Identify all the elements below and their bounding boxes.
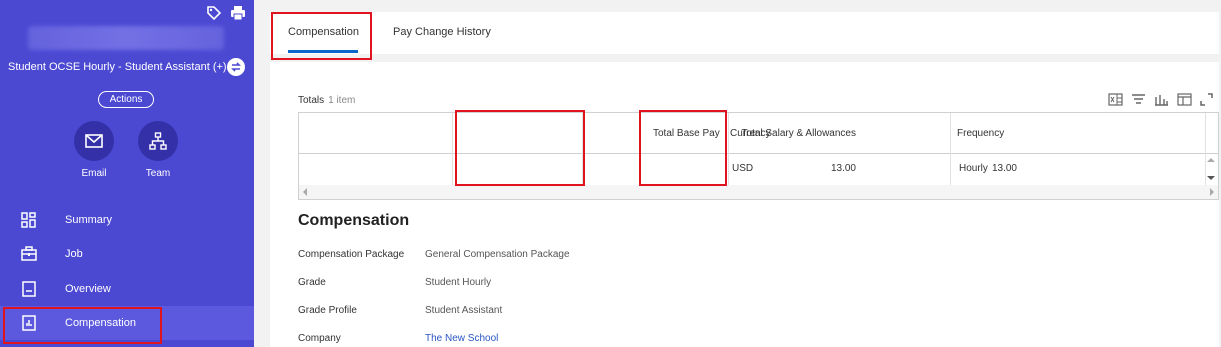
table-toolbar xyxy=(1108,93,1213,106)
team-quick-action[interactable]: Team xyxy=(128,121,188,179)
column-header-total-base-pay[interactable]: Total Base Pay xyxy=(653,128,720,139)
field-label-compensation-package: Compensation Package xyxy=(298,249,405,260)
column-header-frequency[interactable]: Frequency xyxy=(957,128,1004,139)
field-value-grade: Student Hourly xyxy=(425,277,492,288)
scroll-up-icon[interactable] xyxy=(1207,157,1215,163)
actions-button[interactable]: Actions xyxy=(98,91,154,108)
field-value-grade-profile: Student Assistant xyxy=(425,305,503,316)
fullscreen-icon[interactable] xyxy=(1200,93,1213,106)
columns-icon[interactable] xyxy=(1177,93,1192,106)
scroll-down-icon[interactable] xyxy=(1207,175,1215,181)
sidebar-item-overview[interactable]: Overview xyxy=(0,272,254,306)
cell-total-salary: 13.00 xyxy=(830,163,856,174)
tab-pay-change-history[interactable]: Pay Change History xyxy=(393,26,491,38)
compensation-icon xyxy=(22,315,36,331)
grid-icon xyxy=(21,212,36,228)
column-header-currency[interactable]: Currency xyxy=(730,128,771,139)
sidebar-item-label: Summary xyxy=(65,214,113,226)
document-icon xyxy=(22,281,36,297)
export-excel-icon[interactable] xyxy=(1108,93,1123,106)
chart-icon[interactable] xyxy=(1154,93,1169,106)
cell-total-base-pay: 13.00 xyxy=(991,163,1017,174)
company-link[interactable]: The New School xyxy=(425,333,498,344)
sidebar-item-label: Compensation xyxy=(65,317,136,329)
worker-position-title: Student OCSE Hourly - Student Assistant … xyxy=(8,61,227,73)
switch-position-button[interactable] xyxy=(227,58,245,76)
main-content: Totals 1 item Total Salary & Allowances T… xyxy=(270,62,1219,347)
totals-heading: Totals 1 item xyxy=(298,95,355,106)
sidebar-top-actions xyxy=(206,5,246,21)
totals-count: 1 item xyxy=(328,95,356,106)
sidebar-item-summary[interactable]: Summary xyxy=(0,203,254,237)
compensation-section-title: Compensation xyxy=(298,212,410,229)
field-label-company: Company xyxy=(298,333,341,344)
scroll-left-icon[interactable] xyxy=(302,188,308,196)
sidebar-item-label: Job xyxy=(65,248,83,260)
cell-currency: USD xyxy=(732,163,754,174)
team-button-circle[interactable] xyxy=(138,121,178,161)
worker-name-blurred xyxy=(28,26,224,50)
totals-label: Totals xyxy=(298,95,325,106)
table-header-row: Total Salary & Allowances Total Base Pay… xyxy=(299,113,1218,154)
worker-sidebar: Student OCSE Hourly - Student Assistant … xyxy=(0,0,254,347)
filter-icon[interactable] xyxy=(1131,93,1146,106)
email-quick-action[interactable]: Email xyxy=(64,121,124,179)
horizontal-scrollbar[interactable] xyxy=(299,185,1218,199)
scroll-right-icon[interactable] xyxy=(1209,188,1215,196)
tag-icon[interactable] xyxy=(206,5,222,21)
team-label: Team xyxy=(145,168,171,179)
envelope-icon xyxy=(85,134,103,148)
briefcase-icon xyxy=(21,246,37,261)
tab-compensation[interactable]: Compensation xyxy=(288,26,359,38)
cell-frequency: Hourly xyxy=(959,163,988,174)
org-chart-icon xyxy=(149,132,167,150)
tab-bar: Compensation Pay Change History xyxy=(270,12,1219,54)
field-label-grade: Grade xyxy=(298,277,326,288)
table-row: 13.00 13.00 USD Hourly xyxy=(299,153,1218,187)
sidebar-item-job[interactable]: Job xyxy=(0,237,254,271)
email-button-circle[interactable] xyxy=(74,121,114,161)
field-label-grade-profile: Grade Profile xyxy=(298,305,357,316)
totals-table: Total Salary & Allowances Total Base Pay… xyxy=(298,112,1219,200)
field-value-compensation-package: General Compensation Package xyxy=(425,249,570,260)
active-tab-indicator xyxy=(288,50,358,53)
swap-icon xyxy=(231,62,241,72)
sidebar-item-compensation[interactable]: Compensation xyxy=(0,306,254,340)
sidebar-item-label: Overview xyxy=(65,283,111,295)
print-icon[interactable] xyxy=(230,5,246,21)
email-label: Email xyxy=(81,168,107,179)
